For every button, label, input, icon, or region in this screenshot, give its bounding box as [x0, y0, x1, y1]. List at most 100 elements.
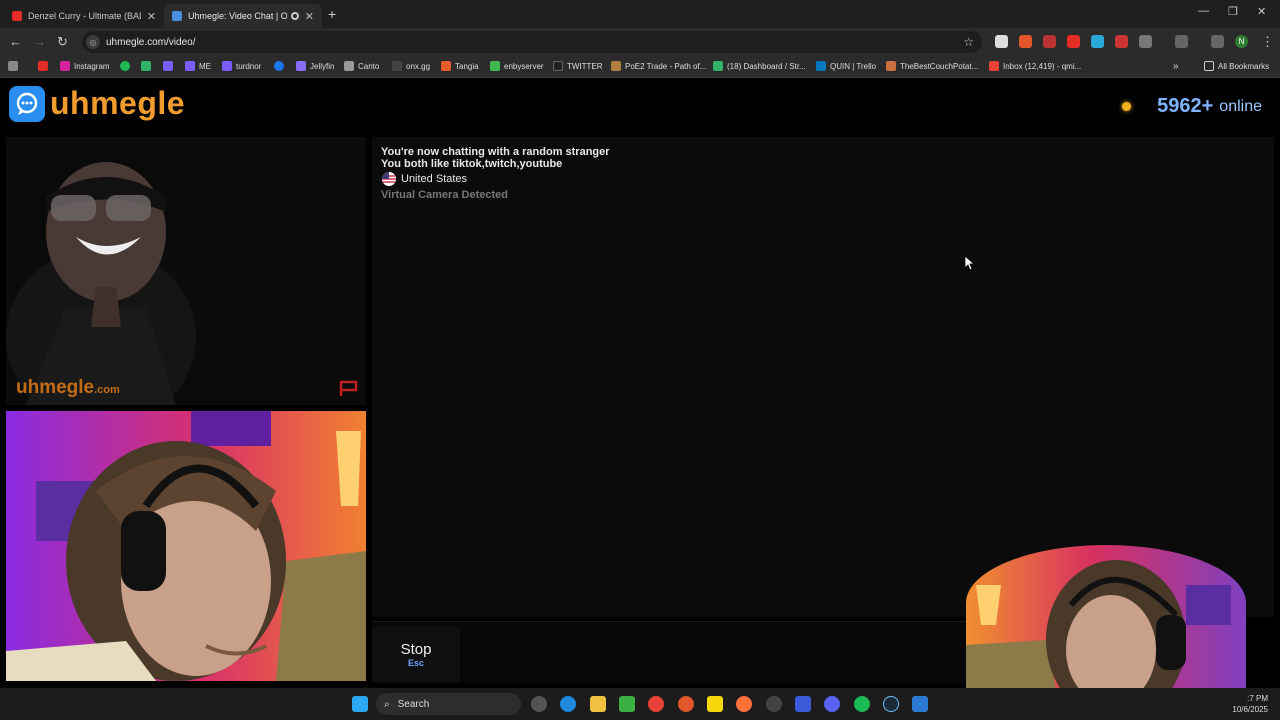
reload-icon[interactable]: ↻	[57, 34, 68, 50]
restore-icon[interactable]: ❐	[1228, 5, 1238, 18]
x-twitter-icon	[553, 61, 563, 71]
stop-button[interactable]: Stop Esc	[372, 626, 460, 682]
extension-icon[interactable]	[1043, 35, 1056, 48]
chat-country: United States	[381, 172, 1274, 186]
bookmark-item[interactable]: QUIN | Trello	[816, 61, 876, 71]
app-icon[interactable]	[678, 696, 694, 712]
bookmark-item[interactable]: ME	[185, 61, 211, 71]
taskbar-search[interactable]: ⌕ Search	[376, 693, 521, 715]
report-flag-icon[interactable]	[338, 379, 360, 397]
bookmark-icon	[611, 61, 621, 71]
extension-youtube-icon[interactable]	[1067, 35, 1080, 48]
bookmark-item[interactable]: Tangia	[441, 61, 479, 71]
address-bar[interactable]: ◎ uhmegle.com/video/ ☆	[82, 31, 982, 53]
tab-title: Uhmegle: Video Chat | Om...	[188, 11, 287, 21]
app-icon[interactable]	[619, 696, 635, 712]
tab-title: Denzel Curry - Ultimate (BADB...	[28, 11, 141, 21]
steam-icon[interactable]	[883, 696, 899, 712]
bookmark-item[interactable]: Jellyfin	[296, 61, 334, 71]
bookmark-item[interactable]: enbyserver	[490, 61, 544, 71]
jellyfin-icon	[296, 61, 306, 71]
obs-icon[interactable]	[766, 696, 782, 712]
stranger-video: uhmegle.com	[6, 137, 366, 405]
extension-icon[interactable]	[1019, 35, 1032, 48]
browser-tab-youtube[interactable]: Denzel Curry - Ultimate (BADB... ✕	[4, 4, 164, 28]
taskview-icon[interactable]	[531, 696, 547, 712]
bookmark-item[interactable]: Canto	[344, 61, 379, 71]
extensions-puzzle-icon[interactable]	[1139, 35, 1152, 48]
profile-avatar[interactable]: N	[1235, 35, 1248, 48]
site-info-icon[interactable]: ◎	[86, 35, 100, 49]
virtual-camera-warning: Virtual Camera Detected	[381, 189, 508, 201]
uhmegle-favicon-icon	[172, 11, 182, 21]
status-dot-icon	[1122, 102, 1132, 111]
windows-taskbar: ⌕ Search :7 PM 10/6/2025	[0, 688, 1280, 720]
chat-status-connected: You're now chatting with a random strang…	[381, 146, 610, 158]
bookmark-star-icon[interactable]: ☆	[963, 35, 974, 49]
browser-tabstrip: Denzel Curry - Ultimate (BADB... ✕ Uhmeg…	[0, 0, 1280, 28]
webcam-overlay-frame	[966, 545, 1246, 690]
bookmark-item[interactable]	[274, 61, 288, 71]
file-explorer-icon[interactable]	[590, 696, 606, 712]
bookmark-item[interactable]	[38, 61, 52, 71]
twitch-icon	[163, 61, 173, 71]
apps-grid-icon[interactable]	[8, 61, 22, 71]
menu-icon[interactable]: ⋮	[1261, 34, 1274, 50]
extension-k-icon[interactable]	[995, 35, 1008, 48]
sticky-notes-icon[interactable]	[707, 696, 723, 712]
more-bookmarks-icon[interactable]: »	[1173, 61, 1179, 72]
all-bookmarks-folder[interactable]: All Bookmarks	[1204, 61, 1269, 71]
bookmark-item[interactable]: PoE2 Trade - Path of...	[611, 61, 706, 71]
stop-shortcut: Esc	[407, 657, 424, 668]
reading-list-icon[interactable]	[1211, 35, 1224, 48]
minimize-icon[interactable]: —	[1198, 5, 1209, 17]
bookmark-item[interactable]: turdnor	[222, 61, 261, 71]
bookmark-item[interactable]: Inbox (12,419) - qmi...	[989, 61, 1081, 71]
windows-start-icon[interactable]	[352, 696, 368, 712]
twitch-icon	[222, 61, 232, 71]
us-flag-icon	[382, 172, 396, 186]
edge-icon[interactable]	[560, 696, 576, 712]
spotify-icon[interactable]	[854, 696, 870, 712]
bookmark-icon	[441, 61, 451, 71]
extension-icon[interactable]	[1091, 35, 1104, 48]
new-tab-button[interactable]: +	[328, 6, 336, 22]
chrome-icon[interactable]	[648, 696, 664, 712]
app-icon[interactable]	[795, 696, 811, 712]
bookmark-item[interactable]	[163, 61, 177, 71]
bookmark-item[interactable]	[141, 61, 155, 71]
bookmark-item[interactable]: TWITTER	[553, 61, 603, 71]
search-label: Search	[397, 698, 430, 710]
spotify-icon	[120, 61, 130, 71]
browser-tab-uhmegle[interactable]: Uhmegle: Video Chat | Om... ✕	[164, 4, 322, 28]
close-tab-icon[interactable]: ✕	[147, 10, 156, 23]
twitch-icon	[185, 61, 195, 71]
notepad-icon[interactable]	[912, 696, 928, 712]
logo-chat-icon[interactable]	[9, 86, 45, 122]
system-clock[interactable]: :7 PM 10/6/2025	[1232, 693, 1268, 715]
extension-icon[interactable]	[1115, 35, 1128, 48]
bookmark-item[interactable]	[120, 61, 134, 71]
stranger-video-frame	[6, 137, 366, 405]
site-logo-text[interactable]: uhmegle	[50, 85, 185, 122]
firefox-icon[interactable]	[736, 696, 752, 712]
recording-indicator-icon	[290, 12, 299, 20]
bookmark-icon	[713, 61, 723, 71]
discord-icon[interactable]	[824, 696, 840, 712]
bookmark-item[interactable]: (18) Dashboard / Str...	[713, 61, 806, 71]
self-video-frame	[6, 411, 366, 681]
bookmark-item[interactable]: Instagram	[60, 61, 110, 71]
back-icon[interactable]: ←	[9, 34, 22, 49]
forward-icon[interactable]: →	[33, 34, 46, 49]
chat-log: You're now chatting with a random strang…	[372, 137, 1274, 617]
bookmark-icon	[886, 61, 896, 71]
mouse-cursor-icon	[965, 256, 975, 271]
bookmark-icon	[490, 61, 500, 71]
url-text[interactable]: uhmegle.com/video/	[106, 37, 963, 48]
media-icon[interactable]	[1175, 35, 1188, 48]
close-tab-icon[interactable]: ✕	[305, 10, 314, 23]
clock-time: :7 PM	[1247, 694, 1268, 703]
bookmark-item[interactable]: onx.gg	[392, 61, 430, 71]
bookmark-item[interactable]: TheBestCouchPotat...	[886, 61, 978, 71]
close-window-icon[interactable]: ✕	[1257, 5, 1266, 18]
